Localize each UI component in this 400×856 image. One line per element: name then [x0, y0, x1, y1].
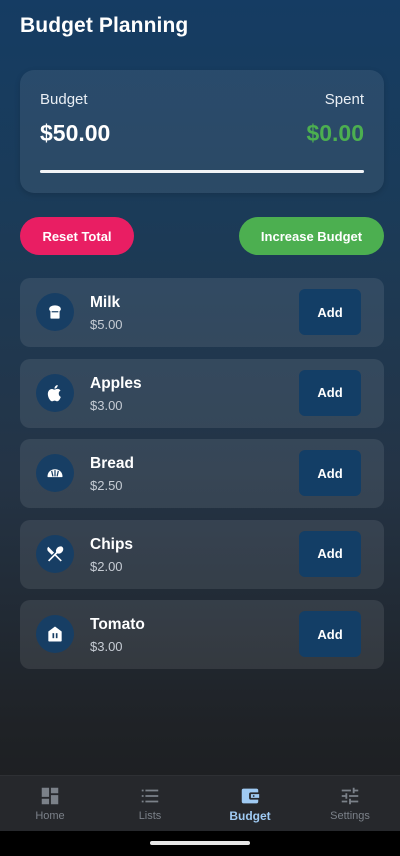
list-item-milk: Milk $5.00 Add	[20, 278, 384, 347]
nav-label: Budget	[229, 809, 271, 823]
item-price: $5.00	[90, 317, 123, 332]
nav-label: Settings	[330, 810, 370, 822]
wallet-icon	[239, 785, 261, 807]
add-bread-button[interactable]: Add	[299, 450, 361, 496]
spent-label: Spent	[324, 91, 364, 108]
item-price: $2.50	[90, 478, 123, 493]
bottom-navigation: Home Lists Budget Settings	[0, 775, 400, 832]
add-milk-button[interactable]: Add	[299, 289, 361, 335]
home-gesture-handle[interactable]	[150, 841, 250, 845]
bakery-icon	[36, 454, 74, 492]
spent-value: $0.00	[306, 120, 364, 146]
store-icon	[36, 615, 74, 653]
budget-summary-card: Budget Spent $50.00 $0.00	[20, 70, 384, 193]
list-icon	[139, 785, 161, 807]
add-apples-button[interactable]: Add	[299, 369, 361, 416]
budget-remaining-fill	[40, 170, 364, 173]
nav-item-budget[interactable]: Budget	[200, 776, 300, 832]
list-item-chips: Chips $2.00 Add	[20, 519, 384, 589]
nav-item-home[interactable]: Home	[0, 776, 100, 832]
item-price: $2.00	[90, 558, 123, 574]
add-tomato-button[interactable]: Add	[299, 611, 361, 657]
budget-label: Budget	[40, 91, 88, 108]
system-navigation-bar	[0, 831, 400, 856]
item-name: Apples	[90, 374, 142, 392]
list-item-bread: Bread $2.50 Add	[20, 439, 384, 508]
item-name: Bread	[90, 455, 134, 472]
item-name: Chips	[90, 535, 134, 553]
nav-item-lists[interactable]: Lists	[100, 776, 200, 832]
dashboard-icon	[39, 785, 61, 807]
apple-icon	[36, 373, 74, 412]
item-price: $3.00	[90, 397, 123, 413]
fridge-icon	[36, 293, 74, 331]
nav-item-settings[interactable]: Settings	[300, 776, 400, 832]
item-name: Tomato	[90, 616, 145, 633]
nav-label: Lists	[138, 810, 162, 822]
utensils-icon	[36, 534, 74, 573]
list-item-tomato: Tomato $3.00 Add	[20, 600, 384, 669]
item-price: $3.00	[90, 639, 123, 654]
increase-budget-button[interactable]: Increase Budget	[239, 217, 384, 255]
reset-total-button[interactable]: Reset Total	[20, 217, 134, 255]
add-chips-button[interactable]: Add	[299, 530, 361, 577]
tune-icon	[339, 785, 361, 807]
budget-value: $50.00	[40, 120, 111, 146]
page-title: Budget Planning	[20, 14, 189, 37]
list-item-apples: Apples $3.00 Add	[20, 358, 384, 428]
item-name: Milk	[90, 294, 121, 311]
nav-label: Home	[35, 810, 65, 822]
budget-item-list: Milk $5.00 Add Apples $3.00 Add Bread $2…	[20, 278, 384, 681]
budget-progress-bar	[40, 170, 364, 173]
